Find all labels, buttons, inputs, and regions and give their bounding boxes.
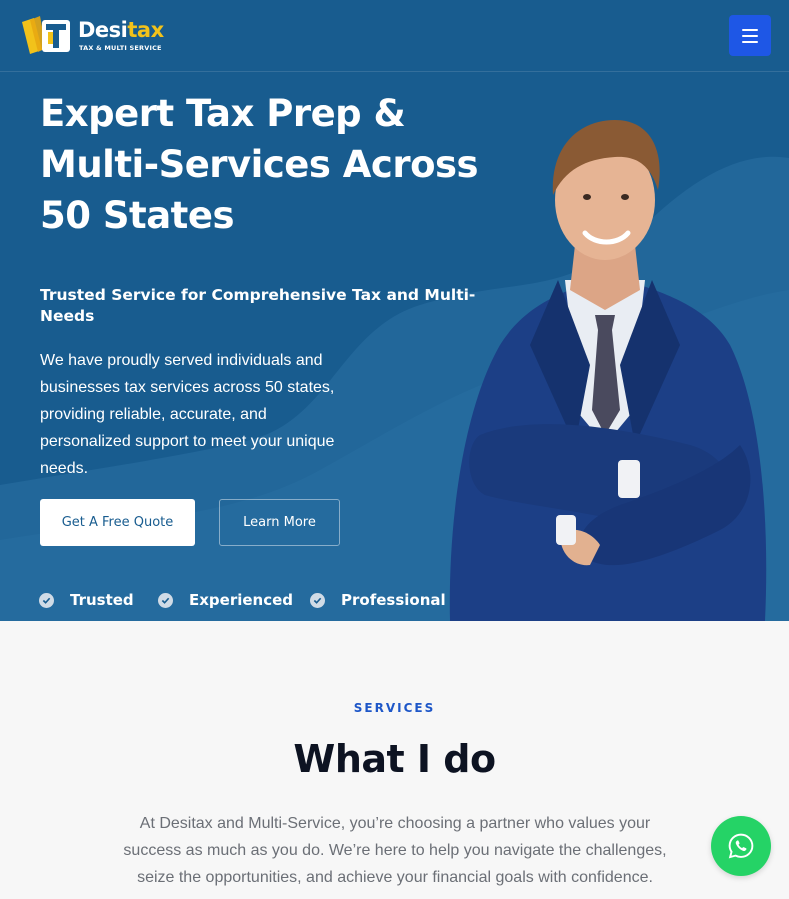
hero-subtitle: Trusted Service for Comprehensive Tax an… xyxy=(40,286,476,325)
whatsapp-chat-button[interactable] xyxy=(711,816,771,876)
hero-section: Desitax TAX & MULTI SERVICE Expert Tax P… xyxy=(0,0,789,621)
badge-trusted: Trusted xyxy=(39,590,134,610)
logo-mark-icon xyxy=(22,16,70,54)
badge-label: Experienced xyxy=(189,591,294,609)
services-title: What I do xyxy=(293,737,496,781)
site-logo[interactable]: Desitax TAX & MULTI SERVICE xyxy=(20,14,170,58)
header-divider xyxy=(0,71,789,72)
badge-experienced: Experienced xyxy=(158,590,293,610)
services-description: At Desitax and Multi-Service, you’re cho… xyxy=(123,815,667,886)
menu-toggle-button[interactable] xyxy=(729,15,771,56)
check-circle-icon xyxy=(39,592,54,608)
whatsapp-icon xyxy=(728,833,754,859)
badge-label: Trusted xyxy=(70,591,134,609)
badge-professional: Professional xyxy=(310,590,446,610)
badge-label: Professional xyxy=(341,591,446,609)
hamburger-menu-icon xyxy=(742,28,758,31)
check-circle-icon xyxy=(310,592,325,608)
hero-description: We have proudly served individuals and b… xyxy=(40,352,335,477)
check-circle-icon xyxy=(158,592,173,608)
logo-tagline: TAX & MULTI SERVICE xyxy=(79,44,162,52)
learn-more-button[interactable]: Learn More xyxy=(219,499,340,546)
get-free-quote-button[interactable]: Get A Free Quote xyxy=(40,499,195,546)
services-kicker: SERVICES xyxy=(353,701,436,715)
logo-wordmark: Desitax xyxy=(78,18,164,42)
hero-person-image xyxy=(449,120,767,621)
